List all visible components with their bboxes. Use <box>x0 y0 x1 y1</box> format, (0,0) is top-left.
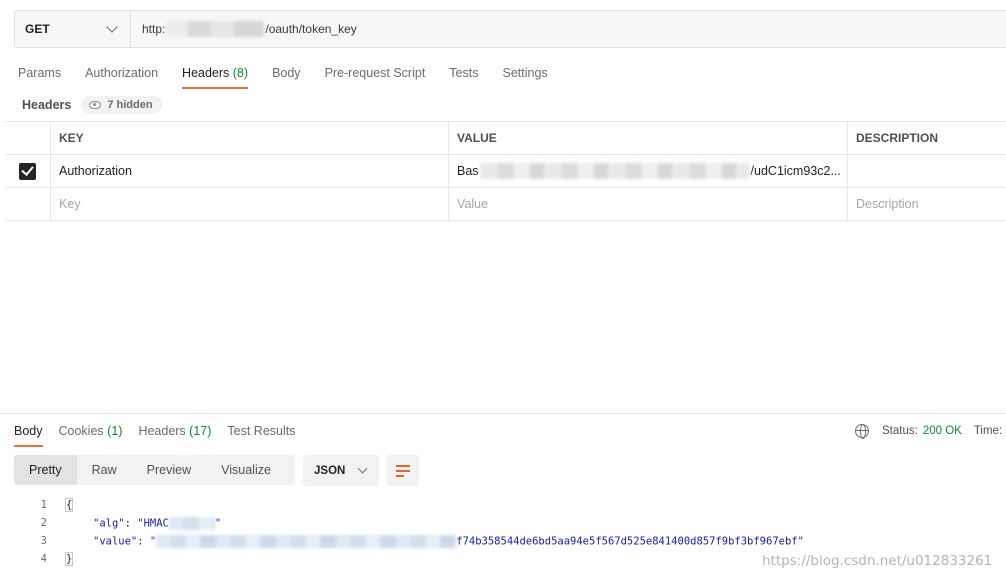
enable-checkbox[interactable] <box>19 162 36 180</box>
wrap-lines-button[interactable] <box>387 455 419 486</box>
column-value: VALUE <box>449 122 848 154</box>
code-close-brace: } <box>64 552 74 566</box>
chevron-down-icon <box>106 21 118 33</box>
method-label: GET <box>25 22 50 36</box>
code-line: 2 "alg": "HMAC " <box>0 514 1006 532</box>
table-row-new: Key Value Description <box>5 188 1006 221</box>
tab-pre-request-script[interactable]: Pre-request Script <box>325 60 426 88</box>
watermark: https://blog.csdn.net/u012833261 <box>762 553 993 569</box>
time-label: Time: <box>973 425 1003 437</box>
headers-toolbar: Headers 7 hidden <box>22 96 162 114</box>
tab-cookies[interactable]: Cookies (1) <box>59 418 123 446</box>
line-number: 4 <box>40 553 47 565</box>
format-label: JSON <box>314 464 346 477</box>
tab-body[interactable]: Body <box>272 60 301 88</box>
hidden-headers-toggle[interactable]: 7 hidden <box>81 96 162 114</box>
status-badge[interactable]: 200 OK <box>923 425 962 437</box>
tab-test-results[interactable]: Test Results <box>227 418 295 446</box>
method-select[interactable]: GET <box>15 11 131 47</box>
eye-icon <box>89 101 102 109</box>
table-header-row: KEY VALUE DESCRIPTION <box>5 122 1006 155</box>
tab-response-body[interactable]: Body <box>14 418 43 447</box>
headers-count: (8) <box>232 66 249 80</box>
line-number: 1 <box>40 499 47 511</box>
url-input[interactable]: http: /oauth/token_key <box>131 11 357 47</box>
response-divider <box>0 413 1006 414</box>
column-description: DESCRIPTION <box>856 131 939 145</box>
redacted-value <box>479 163 750 179</box>
tab-params[interactable]: Params <box>18 60 61 88</box>
format-select[interactable]: JSON <box>303 455 379 486</box>
headers-table: KEY VALUE DESCRIPTION Authorization Bas /… <box>5 121 1006 221</box>
header-key-cell[interactable]: Authorization <box>51 155 449 187</box>
view-raw-button[interactable]: Raw <box>77 455 132 485</box>
chevron-down-icon <box>357 463 368 474</box>
status-label: Status: <box>882 425 918 437</box>
headers-title: Headers <box>22 98 72 112</box>
header-description-cell[interactable] <box>848 155 1006 187</box>
tab-tests[interactable]: Tests <box>449 60 478 88</box>
new-description-input[interactable]: Description <box>848 188 1006 220</box>
line-number: 3 <box>40 535 47 547</box>
request-tabs: Params Authorization Headers (8) Body Pr… <box>18 60 572 89</box>
view-pretty-button[interactable]: Pretty <box>14 455 77 485</box>
redacted-key <box>156 534 457 548</box>
response-tabs: Body Cookies (1) Headers (17) Test Resul… <box>14 418 312 447</box>
tab-authorization[interactable]: Authorization <box>85 60 158 88</box>
redacted-alg <box>168 516 215 530</box>
new-value-input[interactable]: Value <box>449 188 848 220</box>
header-value-cell[interactable]: Bas/udC1icm93c2... <box>449 155 848 187</box>
url-prefix: http: <box>142 22 166 36</box>
tab-response-headers[interactable]: Headers (17) <box>138 418 211 446</box>
url-bar: GET http: /oauth/token_key <box>14 10 1006 48</box>
code-open-brace: { <box>64 498 74 512</box>
table-row: Authorization Bas/udC1icm93c2... <box>5 155 1006 188</box>
code-line: 3 "value": " f74b358544de6bd5aa94e5f567d5… <box>0 532 1006 550</box>
line-number: 2 <box>40 517 47 529</box>
tab-headers[interactable]: Headers (8) <box>182 60 249 89</box>
code-line: 1 { <box>0 496 1006 514</box>
view-visualize-button[interactable]: Visualize <box>206 455 286 485</box>
view-preview-button[interactable]: Preview <box>132 455 206 485</box>
hidden-count: 7 hidden <box>107 99 153 111</box>
globe-icon[interactable] <box>855 424 869 439</box>
redacted-host <box>166 21 265 37</box>
url-path: /oauth/token_key <box>265 22 357 36</box>
column-key: KEY <box>51 122 449 154</box>
tab-settings[interactable]: Settings <box>502 60 547 88</box>
status-area: Status: 200 OK Time: <box>855 424 1003 439</box>
new-key-input[interactable]: Key <box>51 188 449 220</box>
view-mode-group: Pretty Raw Preview Visualize <box>14 455 295 485</box>
